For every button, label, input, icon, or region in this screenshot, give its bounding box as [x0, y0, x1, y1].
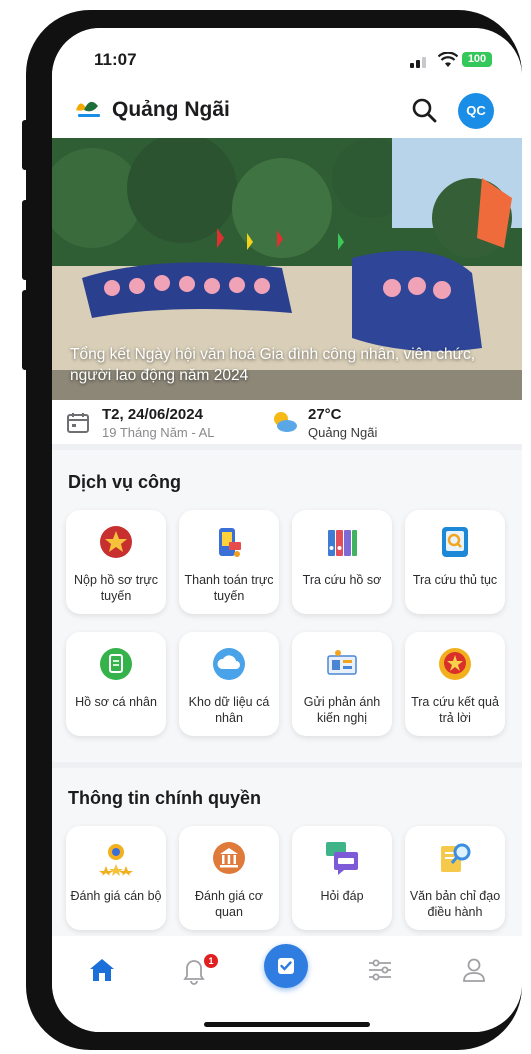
- home-icon[interactable]: [86, 954, 118, 986]
- feedback-icon: [327, 650, 357, 675]
- service-tile-lookup-procedure[interactable]: Tra cứu thủ tục: [405, 510, 505, 614]
- wifi-icon: [438, 52, 458, 67]
- hero-caption: Tổng kết Ngày hội văn hoá Gia đình công …: [70, 346, 476, 384]
- app-title: Quảng Ngãi: [112, 98, 230, 121]
- check-icon: [278, 958, 294, 974]
- center-action-button[interactable]: [264, 944, 308, 988]
- status-time: 11:07: [94, 50, 137, 69]
- gov-tile-rate-officials[interactable]: Đánh giá cán bộ: [66, 826, 166, 930]
- gov-tile-faq[interactable]: Hỏi đáp: [292, 826, 392, 930]
- status-bar: 11:07 100: [52, 28, 522, 84]
- cloud-icon: [213, 648, 245, 680]
- tile-label: Tra cứu thủ tục: [412, 573, 498, 587]
- payment-phone-icon: [219, 528, 241, 557]
- app-screen: 11:07 100 Quảng Ngãi QC Tổng kết Ngày hộ…: [52, 28, 522, 1032]
- battery-indicator: 100: [462, 52, 492, 67]
- tile-label: Hỏi đáp: [320, 889, 364, 903]
- mute-switch: [22, 120, 30, 170]
- binders-icon: [328, 530, 357, 556]
- logo-icon: [76, 101, 100, 117]
- clipboard-icon: [100, 648, 132, 680]
- sliders-icon[interactable]: [364, 954, 396, 986]
- search-icon[interactable]: [410, 96, 438, 124]
- document-magnifier-icon: [441, 843, 471, 872]
- tile-label: Nộp hồ sơ trực tuyến: [74, 573, 158, 603]
- award-icon: [99, 844, 133, 876]
- calendar-icon: [67, 413, 89, 433]
- national-emblem-icon: [439, 648, 471, 680]
- public-services-section: Dịch vụ công Nộp hồ sơ trực tuyến Thanh …: [52, 450, 522, 762]
- solar-date: T2, 24/06/2024: [102, 406, 203, 423]
- government-info-section: Thông tin chính quyền Đánh giá cán bộ Đá…: [52, 768, 522, 936]
- tile-label: Tra cứu hồ sơ: [302, 573, 382, 587]
- user-icon[interactable]: [458, 954, 490, 986]
- avatar[interactable]: QC: [458, 93, 494, 129]
- temperature: 27°C: [308, 406, 342, 423]
- gov-tile-rate-agencies[interactable]: Đánh giá cơ quan: [179, 826, 279, 930]
- bottom-nav: 1: [52, 936, 522, 1032]
- service-tile-submit-online[interactable]: Nộp hồ sơ trực tuyến: [66, 510, 166, 614]
- service-tile-send-feedback[interactable]: Gửi phản ánh kiến nghị: [292, 632, 392, 736]
- service-tile-online-payment[interactable]: Thanh toán trực tuyến: [179, 510, 279, 614]
- service-tile-personal-profile[interactable]: Hồ sơ cá nhân: [66, 632, 166, 736]
- service-tile-lookup-dossier[interactable]: Tra cứu hồ sơ: [292, 510, 392, 614]
- gov-tile-directive-documents[interactable]: Văn bản chỉ đạo điều hành: [405, 826, 505, 930]
- section-title: Thông tin chính quyền: [68, 788, 261, 808]
- signal-icon: [410, 56, 430, 68]
- section-title: Dịch vụ công: [68, 472, 182, 492]
- tile-label: Đánh giá cơ quan: [195, 889, 263, 919]
- faq-icon: [326, 842, 358, 875]
- lunar-date: 19 Tháng Năm - AL: [102, 425, 215, 440]
- service-tile-personal-data[interactable]: Kho dữ liệu cá nhân: [179, 632, 279, 736]
- institution-icon: [213, 842, 245, 874]
- document-search-icon: [442, 527, 468, 557]
- app-bar: Quảng Ngãi QC: [52, 84, 522, 138]
- tile-label: Tra cứu kết quả trả lời: [411, 695, 499, 725]
- date-weather-bar: T2, 24/06/2024 19 Tháng Năm - AL 27°C Qu…: [52, 400, 522, 444]
- star-emblem-icon: [100, 526, 132, 558]
- weather-location: Quảng Ngãi: [308, 425, 378, 440]
- volume-down-button: [22, 290, 30, 370]
- home-indicator: [204, 1022, 370, 1027]
- service-tile-lookup-results[interactable]: Tra cứu kết quả trả lời: [405, 632, 505, 736]
- tile-label: Thanh toán trực tuyến: [184, 573, 274, 603]
- tile-label: Đánh giá cán bộ: [70, 889, 162, 903]
- volume-up-button: [22, 200, 30, 280]
- notification-badge: 1: [204, 954, 218, 968]
- tile-label: Hồ sơ cá nhân: [75, 695, 157, 709]
- tile-label: Kho dữ liệu cá nhân: [188, 695, 270, 725]
- hero-banner[interactable]: Tổng kết Ngày hội văn hoá Gia đình công …: [52, 138, 522, 400]
- tile-label: Văn bản chỉ đạo điều hành: [409, 889, 501, 919]
- partly-cloudy-icon: [274, 412, 297, 432]
- tile-label: Gửi phản ánh kiến nghị: [303, 695, 381, 725]
